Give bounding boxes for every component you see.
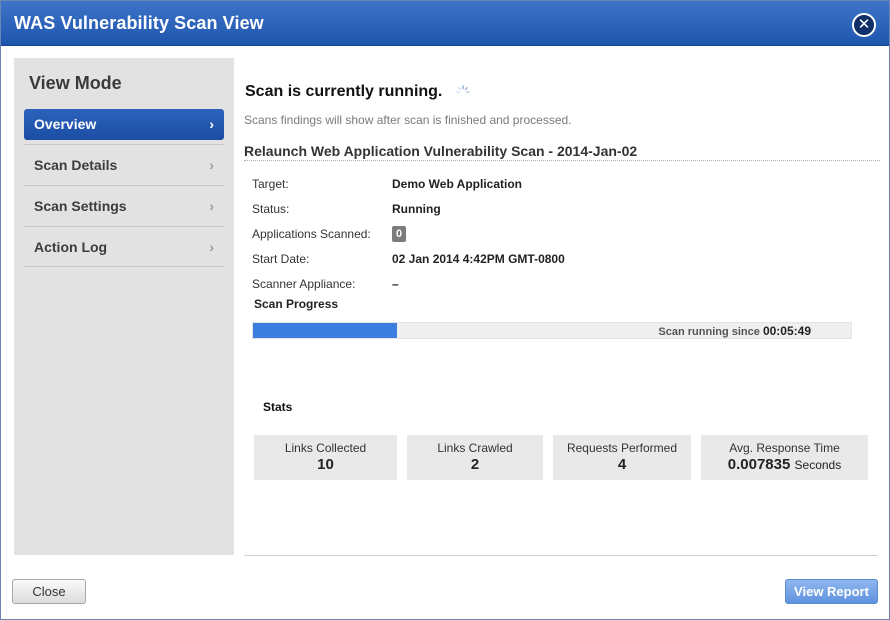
sidebar-item-action-log[interactable]: Action Log ›	[24, 226, 224, 267]
running-since-label: Scan running since	[658, 326, 760, 338]
detail-label: Status:	[252, 201, 290, 216]
progress-fill	[253, 323, 397, 338]
detail-row-applications-scanned: Applications Scanned: 0	[252, 221, 852, 246]
stat-value: 10	[317, 456, 334, 473]
chevron-right-icon: ›	[209, 157, 214, 173]
detail-row-start-date: Start Date: 02 Jan 2014 4:42PM GMT-0800	[252, 246, 852, 271]
detail-row-target: Target: Demo Web Application	[252, 171, 852, 196]
sidebar-item-scan-settings[interactable]: Scan Settings ›	[24, 185, 224, 226]
chevron-right-icon: ›	[209, 198, 214, 214]
view-mode-title: View Mode	[29, 73, 122, 93]
close-button[interactable]: Close	[12, 579, 86, 604]
detail-value: Demo Web Application	[392, 176, 523, 191]
detail-row-scanner-appliance: Scanner Appliance: –	[252, 271, 852, 296]
chevron-right-icon: ›	[209, 239, 214, 255]
sidebar-item-label: Overview	[34, 116, 97, 132]
detail-value: –	[392, 276, 399, 291]
count-badge: 0	[392, 225, 406, 242]
detail-label: Target:	[252, 176, 289, 191]
stat-label: Links Collected	[284, 441, 367, 455]
sidebar-item-overview[interactable]: Overview ›	[24, 109, 224, 140]
scan-view-dialog: WAS Vulnerability Scan View ✕ View Mode …	[0, 0, 890, 620]
scan-progress-bar: Scan running since 00:05:49	[252, 322, 852, 339]
scan-details-list: Target: Demo Web Application Status: Run…	[252, 171, 852, 296]
stat-value: 0.007835	[727, 456, 791, 473]
scan-status-heading: Scan is currently running.	[245, 83, 443, 100]
stat-label: Requests Performed	[566, 441, 678, 455]
stat-unit: Seconds	[794, 458, 842, 472]
stat-value: 4	[617, 456, 627, 473]
detail-value: Running	[392, 201, 441, 216]
main-panel: Scan is currently running. Scans finding…	[244, 58, 880, 555]
title-bar: WAS Vulnerability Scan View ✕	[1, 1, 889, 46]
detail-value: 02 Jan 2014 4:42PM GMT-0800	[392, 251, 565, 266]
stat-requests-performed: Requests Performed 4	[553, 435, 691, 480]
chevron-right-icon: ›	[209, 116, 214, 132]
detail-row-status: Status: Running	[252, 196, 852, 221]
scan-title: Relaunch Web Application Vulnerability S…	[244, 143, 880, 161]
sidebar-item-scan-details[interactable]: Scan Details ›	[24, 144, 224, 185]
stat-links-collected: Links Collected 10	[254, 435, 397, 480]
detail-label: Start Date:	[252, 251, 310, 266]
spinner-icon	[456, 85, 470, 93]
stat-label: Links Crawled	[437, 441, 513, 455]
detail-label: Scanner Appliance:	[252, 276, 356, 291]
elapsed-time: 00:05:49	[762, 324, 811, 338]
stat-links-crawled: Links Crawled 2	[407, 435, 543, 480]
close-icon[interactable]: ✕	[852, 13, 876, 37]
dialog-title: WAS Vulnerability Scan View	[14, 13, 264, 33]
sidebar-item-label: Scan Settings	[34, 198, 127, 214]
stat-label: Avg. Response Time	[729, 441, 840, 455]
stats-title: Stats	[263, 400, 293, 414]
sidebar-item-label: Scan Details	[34, 157, 118, 173]
stat-value: 2	[470, 456, 480, 473]
view-mode-nav: Overview › Scan Details › Scan Settings …	[24, 104, 224, 267]
stat-avg-response-time: Avg. Response Time 0.007835 Seconds	[701, 435, 868, 480]
sidebar: View Mode Overview › Scan Details › Scan…	[14, 58, 234, 555]
scan-running-since: Scan running since 00:05:49	[658, 324, 811, 338]
stat-value-wrap: 0.007835 Seconds	[701, 456, 868, 473]
footer-divider	[244, 555, 878, 556]
scan-status-note: Scans findings will show after scan is f…	[244, 113, 572, 127]
sidebar-item-label: Action Log	[34, 239, 108, 255]
view-report-button[interactable]: View Report	[785, 579, 878, 604]
scan-progress-label: Scan Progress	[254, 297, 339, 311]
detail-label: Applications Scanned:	[252, 226, 371, 241]
